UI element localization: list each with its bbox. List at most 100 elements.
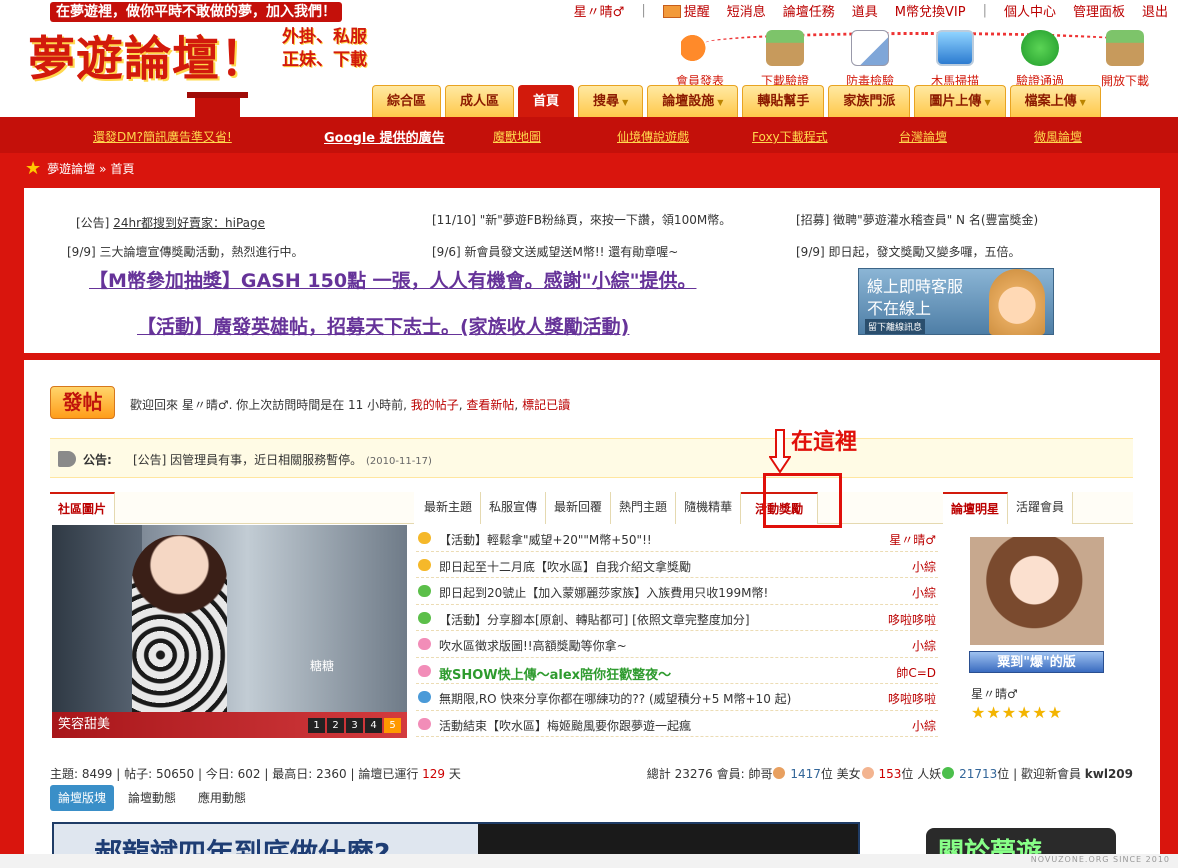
thread-bullet-icon [418, 664, 431, 677]
topnav-tasks[interactable]: 論壇任務 [783, 1, 835, 20]
star-member-photo[interactable] [970, 537, 1104, 645]
quick-verified[interactable]: 驗證通過 [1005, 30, 1075, 89]
star-member-name[interactable]: 星〃晴♂ [971, 685, 1018, 702]
notice-reward[interactable]: [9/9] 即日起，發文獎勵又變多囉，五倍。 [796, 243, 1021, 260]
page-5[interactable]: 5 [384, 718, 401, 733]
star-banner[interactable]: 粟到"爆"的版 [969, 651, 1104, 673]
topnav-reminder[interactable]: 提醒 [662, 1, 710, 20]
customer-service-widget[interactable]: 線上即時客服 不在線上 留下離線訊息 [858, 268, 1054, 335]
nav-repost-helper[interactable]: 轉貼幫手 [742, 85, 825, 117]
thread-author[interactable]: 小綜 [912, 584, 936, 601]
nav-adult[interactable]: 成人區 [445, 85, 515, 117]
community-photo-slideshow[interactable]: 糖糖 笑容甜美 1 2 3 4 5 [52, 525, 407, 738]
topnav-admin-panel[interactable]: 管理面板 [1073, 1, 1125, 20]
tab-random-digest[interactable]: 隨機精華 [676, 492, 742, 524]
notice-new-member[interactable]: [9/6] 新會員發文送威望送M幣!! 還有勛章喔~ [432, 243, 678, 260]
nav-facilities[interactable]: 論壇設施 ▼ [647, 85, 739, 117]
topnav-user-center[interactable]: 個人中心 [1004, 1, 1056, 20]
thread-author[interactable]: 哆啦哆啦 [888, 690, 936, 707]
username-link[interactable]: 星〃晴♂ [574, 1, 625, 20]
thread-title[interactable]: 【活動】分享腳本[原創、轉貼都可] [依照文章完整度加分] [439, 611, 750, 628]
new-post-button[interactable]: 發帖 [50, 386, 115, 419]
thread-row[interactable]: 即日起至十二月底【吹水區】自我介紹文拿獎勵 小綜 [416, 552, 938, 578]
page-3[interactable]: 3 [346, 718, 363, 733]
service-leave-message[interactable]: 留下離線訊息 [865, 319, 926, 334]
thread-title[interactable]: 吹水區徵求版圖!!高額獎勵等你拿~ [439, 637, 627, 654]
nav-file-upload[interactable]: 檔案上傳 ▼ [1009, 85, 1101, 117]
thread-row[interactable]: 無期限,RO 快來分享你都在哪練功的?? (威望積分+5 M幣+10 起) 哆啦哆… [416, 684, 938, 711]
tab-forum-boards[interactable]: 論壇版塊 [50, 785, 115, 811]
page-4[interactable]: 4 [365, 718, 382, 733]
thread-author[interactable]: 小綜 [912, 637, 936, 654]
my-posts-link[interactable]: 我的帖子 [411, 398, 459, 412]
thread-title[interactable]: 即日起到20號止【加入蒙娜麗莎家族】入族費用只收199M幣! [439, 584, 768, 601]
nav-image-upload[interactable]: 圖片上傳 ▼ [914, 85, 1006, 117]
quick-download-verify[interactable]: 下載驗證 [750, 30, 820, 89]
tab-forum-star[interactable]: 論壇明星 [943, 492, 1009, 524]
nav-home[interactable]: 首頁 [518, 85, 575, 117]
tab-active-members[interactable]: 活躍會員 [1008, 492, 1074, 524]
breadcrumb: ★ 夢遊論壇 » 首頁 [25, 158, 135, 179]
thread-row[interactable]: 吹水區徵求版圖!!高額獎勵等你拿~ 小綜 [416, 631, 938, 658]
ad-link-tw-forum[interactable]: 台灣論壇 [899, 128, 947, 145]
nav-families[interactable]: 家族門派 [828, 85, 911, 117]
breadcrumb-home[interactable]: 夢遊論壇 [47, 160, 95, 177]
newest-member-link[interactable]: kwl209 [1085, 767, 1133, 781]
notice-fb[interactable]: [11/10] "新"夢遊FB粉絲頁，來按一下讚，領100M幣。 [432, 211, 731, 228]
thread-title[interactable]: 敢SHOW快上傳～alex陪你狂歡整夜～ [439, 664, 671, 683]
thread-title[interactable]: 即日起至十二月底【吹水區】自我介紹文拿獎勵 [439, 558, 691, 575]
tab-app-activity[interactable]: 應用動態 [190, 785, 254, 811]
tab-latest-topics[interactable]: 最新主題 [416, 492, 482, 524]
family-event-announcement[interactable]: 【活動】廣發英雄帖，招募天下志士。(家族收人獎勵活動) [137, 312, 629, 339]
announcement-text[interactable]: [公告] 因管理員有事，近日相關服務暫停。 (2010-11-17) [133, 451, 432, 468]
nav-search[interactable]: 搜尋 ▼ [578, 85, 644, 117]
quick-links: 會員發表 下載驗證 防毒檢驗 木馬掃描 驗證通過 開放下載 [665, 22, 1165, 88]
thread-title[interactable]: 無期限,RO 快來分享你都在哪練功的?? (威望積分+5 M幣+10 起) [439, 690, 791, 707]
thread-author[interactable]: 星〃晴♂ [889, 531, 936, 548]
female-icon [861, 767, 874, 779]
thread-row[interactable]: 【活動】輕鬆拿"威望+20""M幣+50"!! 星〃晴♂ [416, 525, 938, 552]
nav-general[interactable]: 綜合區 [372, 85, 442, 117]
thread-author[interactable]: 小綜 [912, 717, 936, 734]
thread-title[interactable]: 【活動】輕鬆拿"威望+20""M幣+50"!! [439, 531, 652, 548]
quick-antivirus[interactable]: 防毒檢驗 [835, 30, 905, 89]
notice-hipage[interactable]: [公告] 24hr都搜到好賣家：hiPage [76, 214, 265, 231]
photo-subject [132, 535, 227, 735]
quick-member-post[interactable]: 會員發表 [665, 30, 735, 89]
lottery-announcement[interactable]: 【M幣參加抽獎】GASH 150點 一張，人人有機會。感謝"小綜"提供。 [89, 266, 696, 293]
tab-forum-activity[interactable]: 論壇動態 [120, 785, 184, 811]
thread-title[interactable]: 活動結束【吹水區】梅姬颱風要你跟夢遊一起瘋 [439, 717, 691, 734]
notice-promo[interactable]: [9/9] 三大論壇宣傳獎勵活動，熱烈進行中。 [67, 243, 304, 260]
ad-link-ro-game[interactable]: 仙境傳說遊戲 [617, 128, 689, 145]
tab-private-server[interactable]: 私服宣傳 [481, 492, 547, 524]
topnav-items[interactable]: 道具 [852, 1, 878, 20]
google-ads-label[interactable]: Google 提供的廣告 [324, 127, 445, 146]
thread-author[interactable]: 哆啦哆啦 [888, 611, 936, 628]
tab-hot-topics[interactable]: 熱門主題 [611, 492, 677, 524]
thread-row[interactable]: 即日起到20號止【加入蒙娜麗莎家族】入族費用只收199M幣! 小綜 [416, 578, 938, 605]
ad-link-warcraft-map[interactable]: 魔獸地圖 [493, 128, 541, 145]
thread-author[interactable]: 小綜 [912, 558, 936, 575]
thread-row[interactable]: 活動結束【吹水區】梅姬颱風要你跟夢遊一起瘋 小綜 [416, 711, 938, 737]
thread-row[interactable]: 敢SHOW快上傳～alex陪你狂歡整夜～ 帥C=D [416, 658, 938, 684]
ad-link-sms[interactable]: 還發DM?簡訊廣告準又省! [93, 128, 232, 145]
notice-recruit[interactable]: [招募] 徵聘"夢遊灌水稽查員" N 名(豐富獎金) [796, 211, 1038, 228]
gate-icon [187, 92, 248, 117]
welcome-message: 歡迎回來 星〃晴♂. 你上次訪問時間是在 11 小時前, 我的帖子, 查看新帖,… [130, 398, 571, 412]
thread-row[interactable]: 【活動】分享腳本[原創、轉貼都可] [依照文章完整度加分] 哆啦哆啦 [416, 605, 938, 631]
page-2[interactable]: 2 [327, 718, 344, 733]
view-new-posts-link[interactable]: 查看新帖 [466, 398, 514, 412]
ad-link-foxy[interactable]: Foxy下載程式 [752, 128, 828, 145]
page-1[interactable]: 1 [308, 718, 325, 733]
tab-community-photos[interactable]: 社區圖片 [50, 492, 116, 524]
tab-latest-replies[interactable]: 最新回覆 [546, 492, 612, 524]
topnav-logout[interactable]: 退出 [1142, 1, 1168, 20]
topnav-vip[interactable]: M幣兌換VIP [895, 1, 966, 20]
thread-author[interactable]: 帥C=D [896, 664, 936, 681]
quick-trojan-scan[interactable]: 木馬掃描 [920, 30, 990, 89]
site-logo[interactable]: 夢遊論壇！ [28, 20, 268, 89]
topnav-messages[interactable]: 短消息 [727, 1, 766, 20]
quick-open-download[interactable]: 開放下載 [1090, 30, 1160, 89]
mark-read-link[interactable]: 標記已讀 [522, 398, 570, 412]
ad-link-breeze-forum[interactable]: 微風論壇 [1034, 128, 1082, 145]
